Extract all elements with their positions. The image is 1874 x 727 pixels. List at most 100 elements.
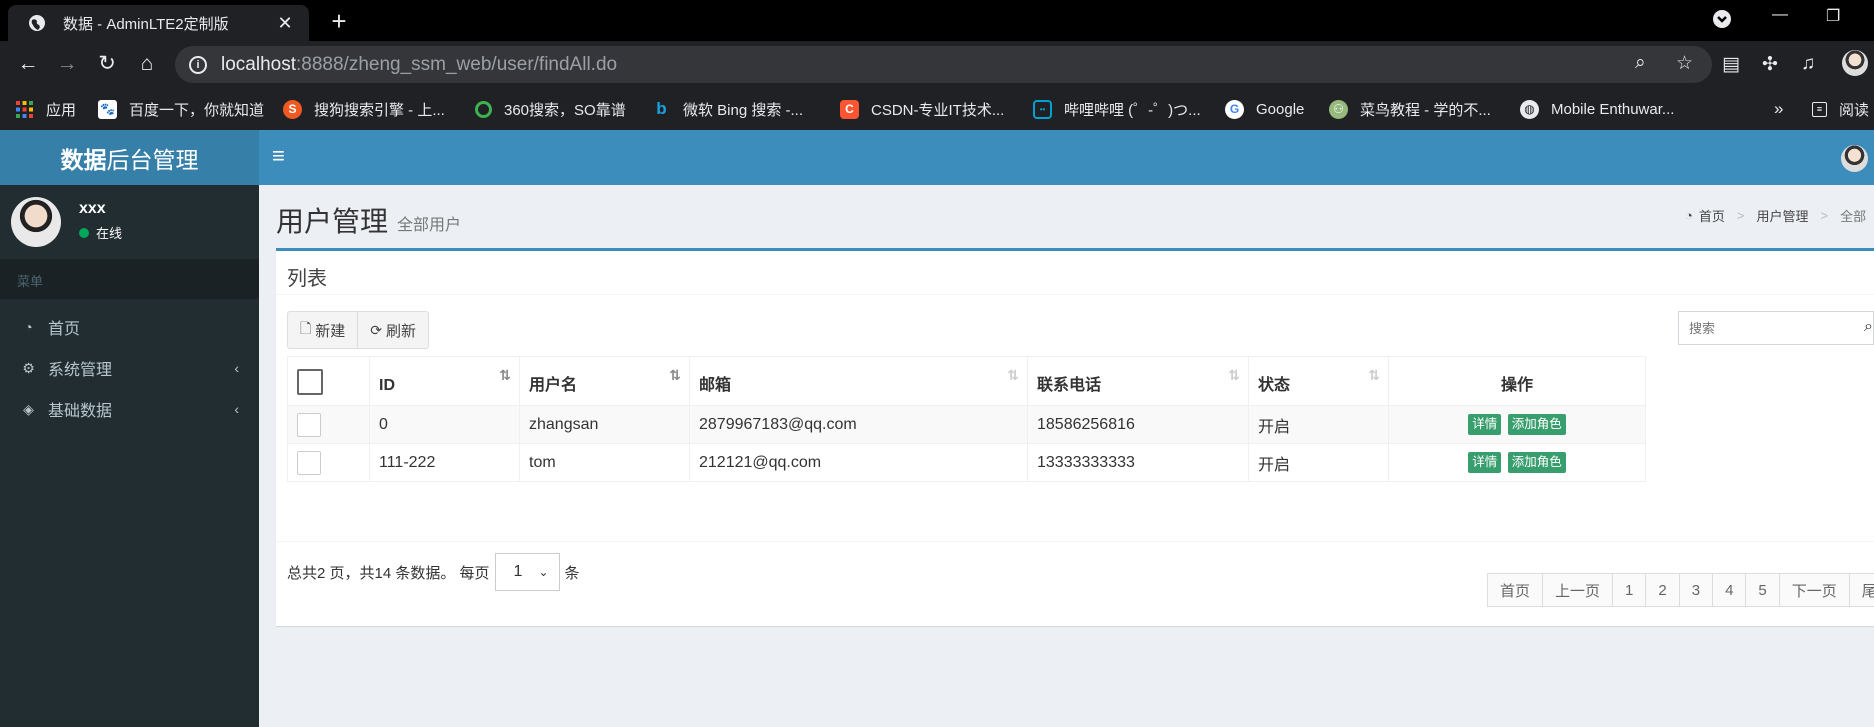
page-5[interactable]: 5 [1745, 573, 1780, 607]
header-user-avatar[interactable] [1841, 145, 1868, 172]
browser-toolbar: ← → ↻ ⌂ i localhost:8888/zheng_ssm_web/u… [0, 41, 1874, 88]
column-header-id[interactable]: ID ⇅ [369, 356, 520, 406]
csdn-icon: C [840, 99, 859, 119]
sidebar-item-system-management[interactable]: ⚙ 系统管理 ‹ [0, 346, 259, 390]
reading-list-button[interactable]: ≡ 阅读 [1812, 88, 1869, 130]
bookmark-bilibili[interactable]: •• 哔哩哔哩 (゜-゜)つ... [1033, 88, 1201, 130]
column-header-username[interactable]: 用户名 ⇅ [519, 356, 690, 406]
breadcrumb-home[interactable]: 首页 [1699, 206, 1725, 225]
sidebar-item-basic-data[interactable]: ◈ 基础数据 ‹ [0, 387, 259, 431]
page-first[interactable]: 首页 [1487, 573, 1544, 607]
table-search: ⌕ [1678, 311, 1874, 345]
row-checkbox[interactable] [297, 412, 321, 437]
globe-icon: ◍ [1520, 99, 1539, 119]
detail-button[interactable]: 详情 [1468, 414, 1502, 435]
logo-text: 后台管理 [106, 146, 199, 173]
select-all-checkbox[interactable] [297, 369, 323, 395]
refresh-icon: ⟳ [370, 321, 383, 338]
chevron-left-icon: ‹ [234, 360, 239, 376]
bookmark-apps[interactable]: 应用 [15, 88, 76, 130]
bookmark-runoob[interactable]: ⚇ 菜鸟教程 - 学的不... [1329, 88, 1491, 130]
forward-arrow-icon[interactable]: → [50, 47, 84, 81]
add-role-button[interactable]: 添加角色 [1507, 414, 1566, 435]
bookmark-sogou[interactable]: S 搜狗搜索引擎 - 上... [283, 88, 445, 130]
runoob-icon: ⚇ [1329, 99, 1348, 119]
bookmark-360[interactable]: 360搜索，SO靠谱 [475, 88, 626, 130]
cell-username: tom [519, 443, 690, 482]
cell-phone: 13333333333 [1027, 443, 1249, 482]
column-header-status[interactable]: 状态 ⇅ [1248, 356, 1389, 406]
minimize-window-icon[interactable]: — [1772, 6, 1788, 24]
breadcrumb-separator: > [1736, 208, 1745, 223]
status-text: 在线 [96, 226, 123, 241]
back-arrow-icon[interactable]: ← [11, 47, 45, 81]
sidebar-toggle-icon[interactable]: ≡ [272, 144, 296, 168]
zoom-icon[interactable]: ⌕ [1635, 52, 1646, 74]
row-checkbox[interactable] [297, 450, 321, 475]
search-icon[interactable]: ⌕ [1864, 318, 1873, 336]
user-name: xxx [79, 200, 106, 217]
main-header: 数据 后台管理 ≡ [0, 130, 1874, 185]
bookmark-mobile-enthuware[interactable]: ◍ Mobile Enthuwar... [1520, 88, 1674, 130]
page-prev[interactable]: 上一页 [1542, 573, 1614, 607]
sort-icon: ⇅ [1228, 367, 1240, 383]
sort-icon: ⇅ [1368, 367, 1380, 383]
360-icon [475, 100, 492, 118]
chevron-left-icon: ‹ [234, 401, 239, 417]
cube-icon: ◈ [23, 400, 34, 417]
refresh-button[interactable]: ⟳ 刷新 [357, 312, 428, 348]
header-label: 用户名 [529, 377, 578, 394]
home-icon[interactable]: ⌂ [130, 47, 164, 81]
extensions-puzzle-icon[interactable]: ✣ [1762, 53, 1778, 76]
toolbar-button-group: 🗋 新建 ⟳ 刷新 [287, 311, 430, 349]
bookmark-label: 哔哩哔哩 (゜-゜)つ... [1064, 101, 1201, 119]
bilibili-icon: •• [1033, 99, 1052, 119]
media-queue-icon[interactable]: ♫ [1801, 53, 1815, 75]
box-title: 列表 [287, 268, 327, 290]
page-next[interactable]: 下一页 [1778, 573, 1850, 607]
site-info-icon[interactable]: i [189, 55, 207, 74]
cell-status: 开启 [1248, 443, 1389, 482]
close-tab-icon[interactable]: ✕ [273, 13, 297, 34]
detail-button[interactable]: 详情 [1468, 452, 1502, 473]
bookmark-google[interactable]: G Google [1225, 88, 1304, 130]
google-icon: G [1225, 99, 1244, 119]
new-tab-button[interactable]: + [325, 6, 353, 37]
app-logo[interactable]: 数据 后台管理 [0, 130, 259, 185]
tab-search-icon[interactable] [1712, 9, 1732, 34]
page-info-suffix: 条 [564, 564, 580, 582]
column-header-phone[interactable]: 联系电话 ⇅ [1027, 356, 1249, 406]
bookmark-star-icon[interactable]: ☆ [1676, 52, 1693, 75]
page-last[interactable]: 尾页 [1848, 573, 1874, 607]
logo-bold-text: 数据 [60, 146, 107, 173]
restore-window-icon[interactable]: ❐ [1826, 6, 1840, 26]
reload-icon[interactable]: ↻ [90, 47, 124, 81]
profile-avatar-icon[interactable] [1842, 50, 1868, 82]
page-2[interactable]: 2 [1645, 573, 1680, 607]
bookmark-label: 360搜索，SO靠谱 [504, 101, 626, 119]
browser-tab-active[interactable]: 数据 - AdminLTE2定制版 ✕ [8, 5, 309, 41]
page-1[interactable]: 1 [1612, 573, 1647, 607]
page-4[interactable]: 4 [1712, 573, 1747, 607]
reading-mode-icon[interactable]: ▤ [1722, 53, 1740, 76]
page-size-select[interactable]: 1 ⌄ [494, 553, 560, 591]
address-bar[interactable]: i localhost:8888/zheng_ssm_web/user/find… [175, 46, 1712, 83]
bookmark-bing[interactable]: b 微软 Bing 搜索 -... [652, 88, 803, 130]
bookmark-baidu[interactable]: 🐾 百度一下，你就知道 [98, 88, 264, 130]
search-input[interactable] [1679, 313, 1849, 343]
avatar [11, 197, 61, 247]
breadcrumb: ◔ 首页 > 用户管理 > 全部 [1685, 206, 1866, 225]
breadcrumb-user-management[interactable]: 用户管理 [1756, 206, 1808, 225]
cell-status: 开启 [1248, 405, 1389, 444]
pagination: 首页 上一页 1 2 3 4 5 下一页 尾页 [1487, 573, 1874, 607]
more-bookmarks-button[interactable]: » [1774, 88, 1783, 130]
menu-header: 菜单 [0, 259, 259, 299]
sidebar-item-home[interactable]: ◔ 首页 [0, 305, 259, 349]
add-role-button[interactable]: 添加角色 [1507, 452, 1566, 473]
page-3[interactable]: 3 [1678, 573, 1714, 607]
file-icon: 🗋 [300, 320, 312, 336]
new-button-label: 新建 [315, 322, 346, 340]
bookmark-csdn[interactable]: C CSDN-专业IT技术... [840, 88, 1004, 130]
column-header-email[interactable]: 邮箱 ⇅ [689, 356, 1028, 406]
new-button[interactable]: 🗋 新建 [288, 312, 357, 348]
